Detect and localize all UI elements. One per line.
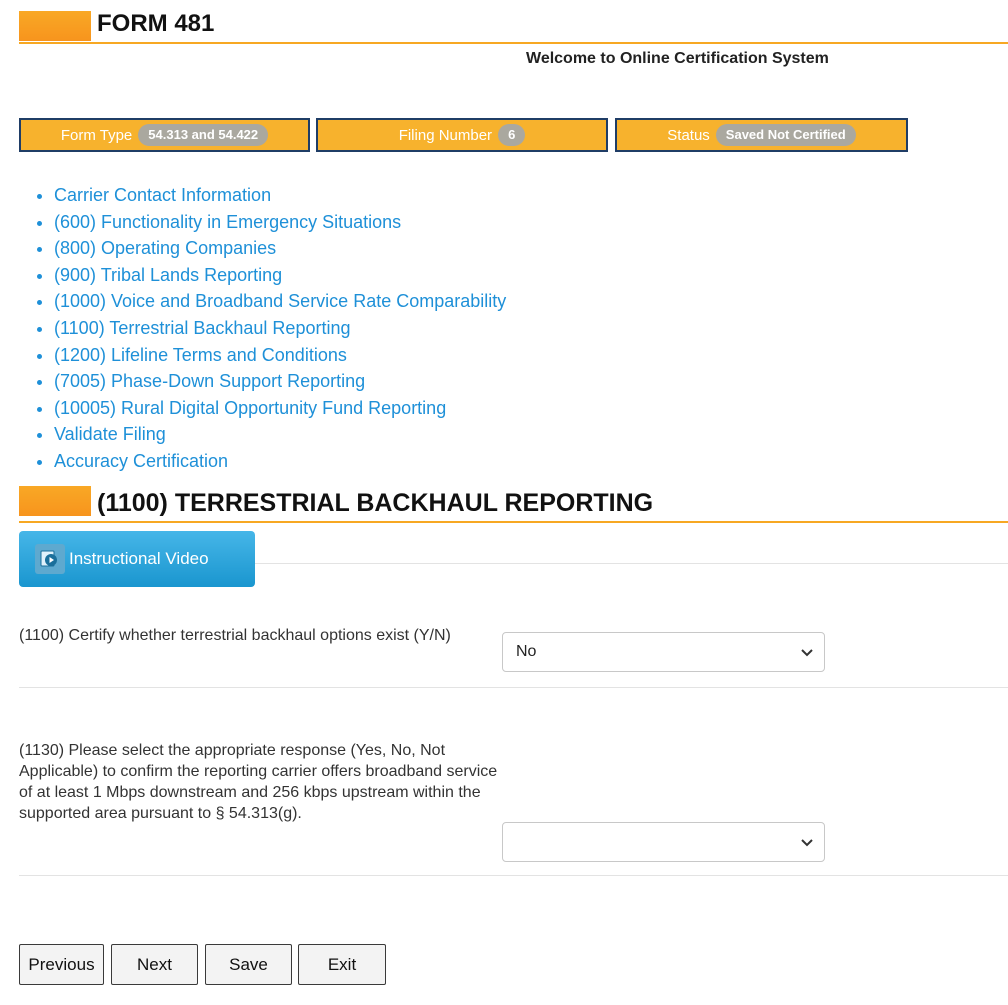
section-divider bbox=[19, 521, 1008, 523]
nav-item-carrier-contact: Carrier Contact Information bbox=[54, 182, 506, 209]
nav-link-900[interactable]: (900) Tribal Lands Reporting bbox=[54, 265, 282, 285]
nav-item-1000: (1000) Voice and Broadband Service Rate … bbox=[54, 288, 506, 315]
nav-item-1200: (1200) Lifeline Terms and Conditions bbox=[54, 342, 506, 369]
question-1130-select[interactable] bbox=[502, 822, 825, 862]
question-1100-label: (1100) Certify whether terrestrial backh… bbox=[19, 627, 451, 644]
status-box: Status Saved Not Certified bbox=[615, 118, 908, 152]
nav-item-7005: (7005) Phase-Down Support Reporting bbox=[54, 368, 506, 395]
nav-link-accuracy-certification[interactable]: Accuracy Certification bbox=[54, 451, 228, 471]
exit-button[interactable]: Exit bbox=[298, 944, 386, 985]
question-divider bbox=[19, 875, 1008, 876]
form-type-box: Form Type 54.313 and 54.422 bbox=[19, 118, 310, 152]
instructional-video-button[interactable]: Instructional Video bbox=[19, 531, 255, 587]
nav-item-800: (800) Operating Companies bbox=[54, 235, 506, 262]
nav-link-carrier-contact[interactable]: Carrier Contact Information bbox=[54, 185, 271, 205]
question-divider bbox=[19, 687, 1008, 688]
save-button[interactable]: Save bbox=[205, 944, 292, 985]
nav-link-1200[interactable]: (1200) Lifeline Terms and Conditions bbox=[54, 345, 347, 365]
header-accent-block bbox=[19, 11, 91, 41]
form-type-badge: 54.313 and 54.422 bbox=[138, 124, 269, 146]
form-title: FORM 481 bbox=[97, 10, 215, 37]
filing-number-badge: 6 bbox=[498, 124, 526, 146]
status-badge: Saved Not Certified bbox=[715, 124, 856, 146]
welcome-message: Welcome to Online Certification System bbox=[526, 50, 829, 67]
filing-number-label: Filing Number bbox=[398, 126, 493, 144]
chevron-down-icon bbox=[801, 839, 813, 847]
nav-link-600[interactable]: (600) Functionality in Emergency Situati… bbox=[54, 212, 401, 232]
status-label: Status bbox=[667, 126, 710, 144]
instructional-video-label: Instructional Video bbox=[69, 549, 209, 568]
video-play-icon bbox=[35, 544, 65, 574]
section-nav-list: Carrier Contact Information (600) Functi… bbox=[36, 182, 506, 475]
question-1100-select[interactable]: No bbox=[502, 632, 825, 672]
chevron-down-icon bbox=[801, 649, 813, 657]
video-divider bbox=[255, 563, 1008, 564]
nav-link-7005[interactable]: (7005) Phase-Down Support Reporting bbox=[54, 371, 365, 391]
nav-item-1100: (1100) Terrestrial Backhaul Reporting bbox=[54, 315, 506, 342]
section-title: (1100) TERRESTRIAL BACKHAUL REPORTING bbox=[97, 489, 654, 517]
nav-link-10005[interactable]: (10005) Rural Digital Opportunity Fund R… bbox=[54, 398, 446, 418]
nav-item-accuracy: Accuracy Certification bbox=[54, 448, 506, 475]
previous-button[interactable]: Previous bbox=[19, 944, 104, 985]
nav-link-1100[interactable]: (1100) Terrestrial Backhaul Reporting bbox=[54, 318, 350, 338]
section-accent-block bbox=[19, 486, 91, 516]
nav-item-600: (600) Functionality in Emergency Situati… bbox=[54, 209, 506, 236]
form-type-label: Form Type bbox=[60, 126, 133, 144]
filing-number-box: Filing Number 6 bbox=[316, 118, 608, 152]
next-button[interactable]: Next bbox=[111, 944, 198, 985]
nav-item-900: (900) Tribal Lands Reporting bbox=[54, 262, 506, 289]
nav-link-800[interactable]: (800) Operating Companies bbox=[54, 238, 276, 258]
nav-item-validate: Validate Filing bbox=[54, 421, 506, 448]
header-divider bbox=[19, 42, 1008, 44]
nav-link-1000[interactable]: (1000) Voice and Broadband Service Rate … bbox=[54, 291, 506, 311]
question-1130-label: (1130) Please select the appropriate res… bbox=[19, 742, 498, 822]
question-1100-selected-value: No bbox=[516, 643, 537, 660]
nav-item-10005: (10005) Rural Digital Opportunity Fund R… bbox=[54, 395, 506, 422]
nav-link-validate-filing[interactable]: Validate Filing bbox=[54, 424, 166, 444]
